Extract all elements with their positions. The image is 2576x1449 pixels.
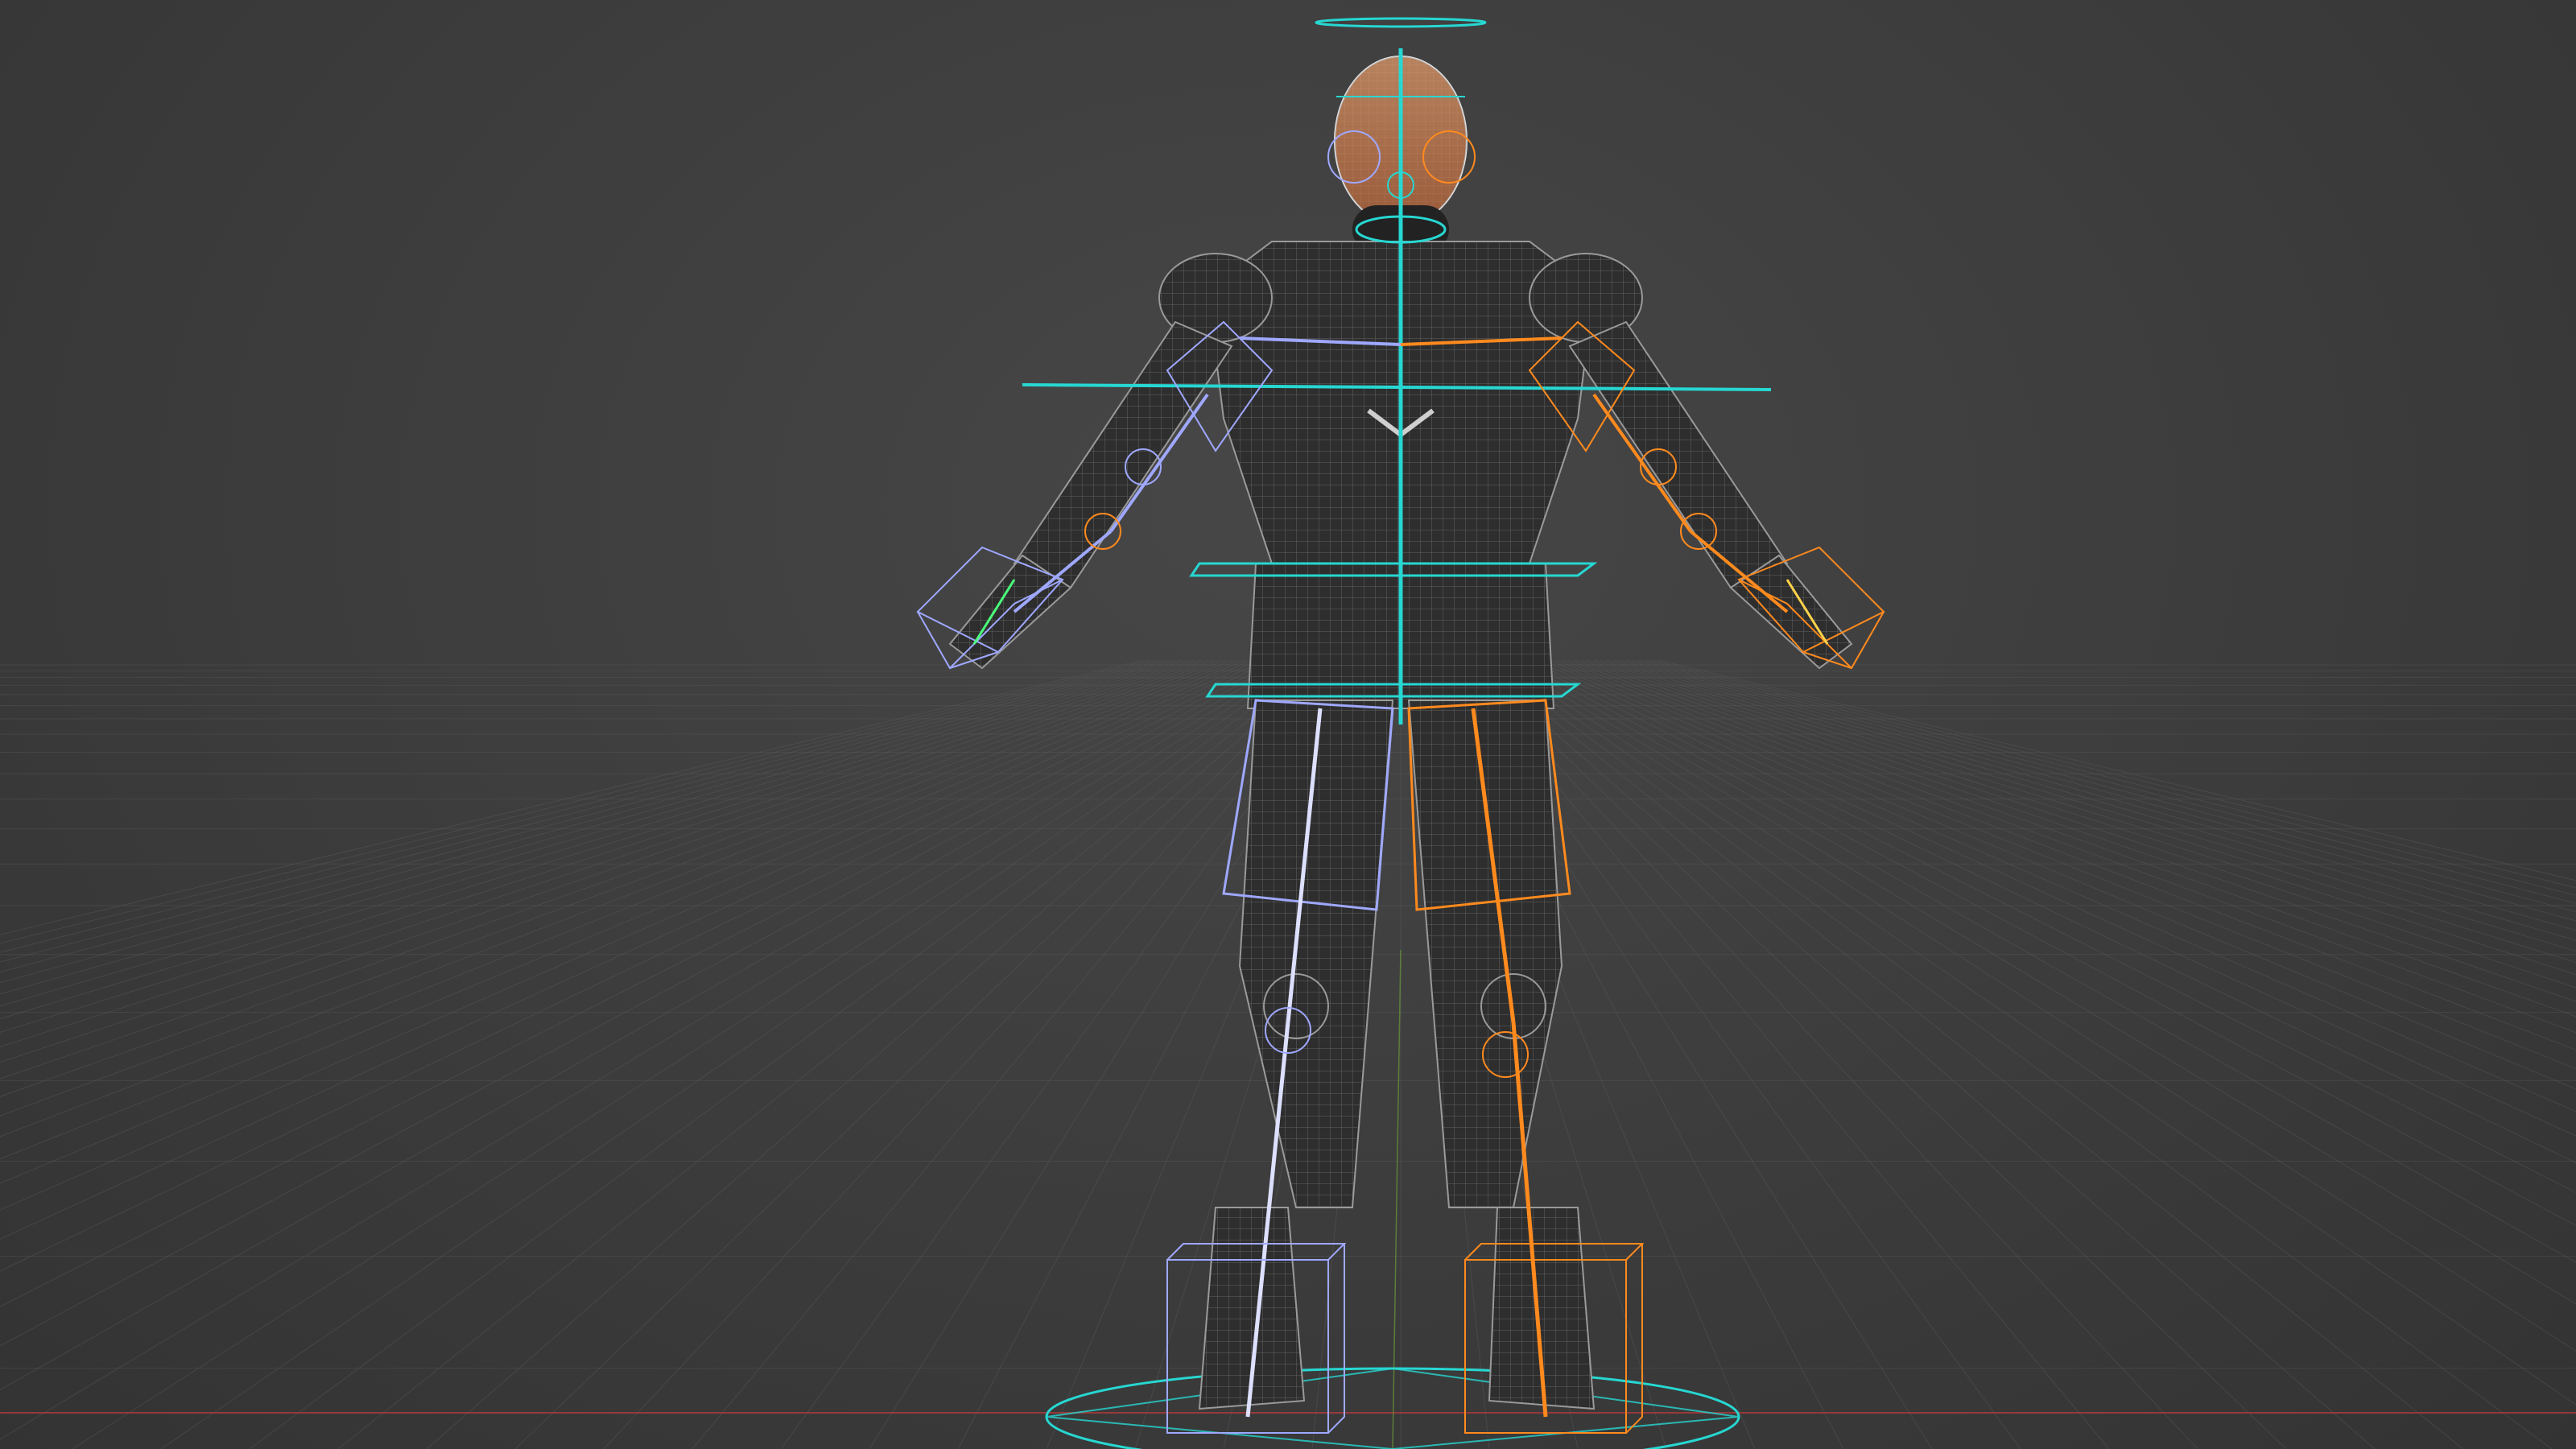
grid-line <box>0 659 1221 1080</box>
grid-line <box>1619 659 2576 931</box>
grid-line <box>0 659 1176 984</box>
grid-line <box>1625 659 2576 922</box>
left-arm-mesh[interactable] <box>1013 320 1233 589</box>
grid-line <box>1516 659 2576 1227</box>
grid-line <box>0 659 1234 1117</box>
grid-line <box>1632 659 2576 913</box>
grid-line <box>0 659 1215 1063</box>
grid-line <box>0 659 1157 953</box>
grid-line <box>0 659 1228 1097</box>
grid-line <box>1542 659 2576 1113</box>
right-leg-mesh[interactable] <box>1407 700 1563 1208</box>
viewport-scene[interactable] <box>0 0 2576 1449</box>
grid-line <box>0 659 1253 1184</box>
grid-line <box>1561 659 2576 1051</box>
grid-line <box>1490 659 2576 1406</box>
grid-line <box>1471 659 2376 1449</box>
grid-line <box>337 659 1324 1449</box>
grid-line <box>0 659 1183 995</box>
grid-line <box>0 659 1195 1020</box>
head-top-control[interactable] <box>1315 17 1487 28</box>
right-arm-mesh[interactable] <box>1568 320 1789 589</box>
grid-line <box>0 659 1144 935</box>
grid-line <box>1509 659 2576 1263</box>
grid-line <box>0 659 1247 1160</box>
grid-line <box>1548 659 2576 1090</box>
grid-line <box>249 659 1318 1449</box>
grid-line <box>1593 659 2576 976</box>
grid-line <box>1529 659 2576 1164</box>
grid-line <box>1580 659 2576 1002</box>
grid-line <box>160 659 1311 1449</box>
grid-line <box>1645 659 2576 896</box>
grid-line <box>0 659 1170 973</box>
y-axis-line <box>1392 949 1402 1449</box>
grid-line <box>1600 659 2576 964</box>
grid-line <box>1638 659 2576 904</box>
grid-line <box>0 659 1266 1240</box>
grid-line <box>426 659 1331 1449</box>
grid-line <box>0 659 1286 1347</box>
left-leg-mesh[interactable] <box>1238 700 1394 1208</box>
grid-line <box>0 659 1260 1211</box>
grid-line <box>1522 659 2576 1193</box>
grid-line <box>0 659 1241 1137</box>
3d-viewport[interactable] <box>0 0 2576 1449</box>
grid-line <box>1606 659 2576 952</box>
grid-line <box>1484 659 2553 1449</box>
grid-line <box>1657 659 2576 881</box>
grid-line <box>0 659 1292 1391</box>
grid-line <box>0 659 1279 1307</box>
grid-line <box>1496 659 2576 1352</box>
grid-line <box>1587 659 2576 989</box>
grid-line <box>0 659 1150 944</box>
